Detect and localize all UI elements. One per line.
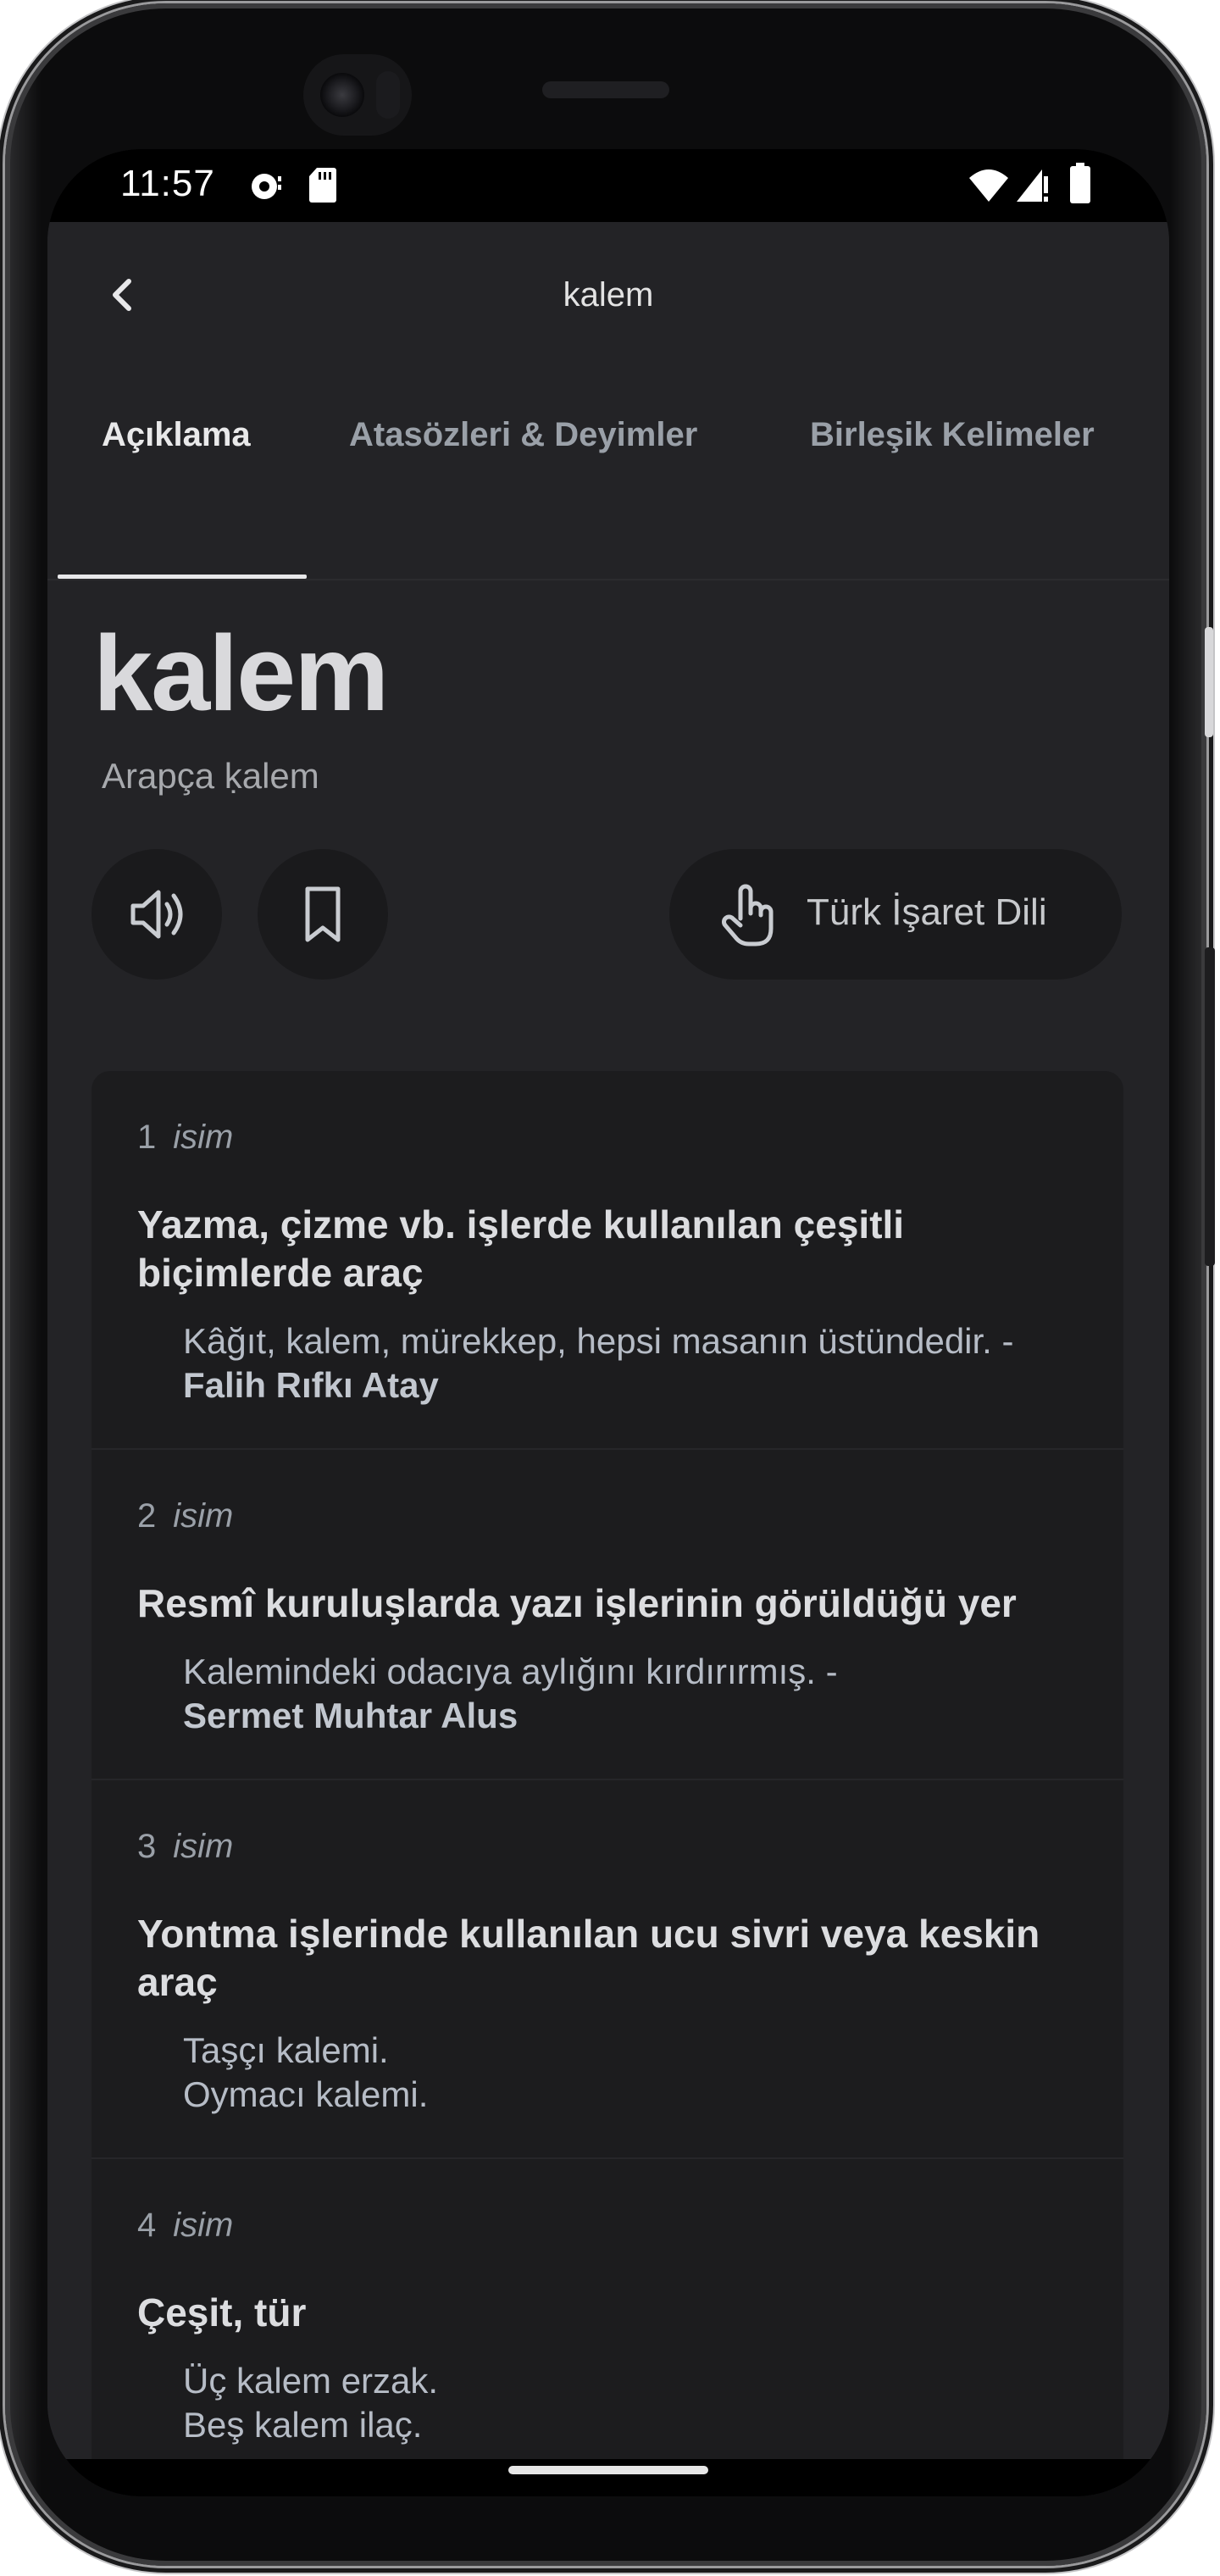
headword: kalem (93, 613, 389, 733)
part-of-speech: isim (173, 1828, 234, 1865)
meaning-definition: Yontma işlerinde kullanılan ucu sivri ve… (137, 1912, 1040, 2004)
camera-sensor (376, 71, 400, 119)
meaning-definition: Çeşit, tür (137, 2290, 307, 2334)
home-indicator[interactable] (508, 2466, 708, 2474)
bookmark-button[interactable] (258, 849, 388, 980)
meaning-definition: Resmî kuruluşlarda yazı işlerinin görüld… (137, 1581, 1017, 1625)
camera-lens (320, 73, 364, 117)
earpiece-speaker (542, 81, 669, 98)
tab-aciklama[interactable]: Açıklama (102, 371, 251, 498)
podcast-icon (252, 174, 281, 199)
meaning-example: Kâğıt, kalem, mürekkep, hepsi masanın üs… (183, 1321, 1014, 1405)
volume-button (1205, 627, 1213, 737)
system-nav-bar (47, 2459, 1169, 2496)
power-button (1205, 947, 1215, 1266)
tab-bar: Açıklama Atasözleri & Deyimler Birleşik … (47, 371, 1169, 498)
example-author[interactable]: Sermet Muhtar Alus (183, 1696, 518, 1735)
tab-birlesik-kelimeler[interactable]: Birleşik Kelimeler (810, 371, 1095, 498)
meaning-item: 4 isim Çeşit, tür Üç kalem erzak. Beş kale… (92, 2159, 1123, 2490)
part-of-speech: isim (173, 2207, 234, 2244)
front-camera (303, 54, 412, 136)
part-of-speech: isim (173, 1119, 234, 1156)
tab-atasozleri-deyimler[interactable]: Atasözleri & Deyimler (349, 371, 697, 498)
word-origin: Arapça ḳalem (102, 756, 319, 796)
meaning-example: Taşçı kalemi. Oymacı kalemi. (183, 2030, 429, 2114)
tab-divider (47, 579, 1169, 580)
app-bar-title: kalem (563, 276, 654, 314)
sign-language-label: Türk İşaret Dili (807, 891, 1047, 933)
example-author[interactable]: Falih Rıfkı Atay (183, 1365, 439, 1405)
meaning-item: 3 isim Yontma işlerinde kullanılan ucu si… (92, 1780, 1123, 2159)
speaker-icon (130, 890, 183, 939)
meaning-example: Kalemindeki odacıya aylığını kırdırırmış… (183, 1652, 838, 1735)
hand-pointer-icon (722, 884, 774, 947)
part-of-speech: isim (173, 1497, 234, 1535)
pronounce-button[interactable] (92, 849, 222, 980)
meaning-number: 1 (137, 1119, 157, 1156)
sign-language-button[interactable]: Türk İşaret Dili (669, 849, 1122, 980)
bookmark-icon (305, 886, 341, 942)
status-time: 11:57 (120, 163, 215, 204)
meaning-number: 2 (137, 1497, 157, 1535)
meaning-example: Üç kalem erzak. Beş kalem ilaç. (183, 2361, 439, 2445)
meaning-definition: Yazma, çizme vb. işlerde kullanılan çeşi… (137, 1202, 905, 1295)
screen: 11:57 kalem Açıklama Atasözleri & Deyiml… (47, 149, 1169, 2496)
cell-signal-icon (1017, 169, 1048, 202)
wifi-icon (969, 169, 1008, 202)
sd-card-icon (309, 168, 336, 203)
app-content: kalem Açıklama Atasözleri & Deyimler Bir… (47, 222, 1169, 2490)
meaning-item: 1 isim Yazma, çizme vb. işlerde kullanıla… (92, 1071, 1123, 1450)
meaning-number: 3 (137, 1828, 157, 1865)
meaning-number: 4 (137, 2207, 157, 2244)
meanings-list: 1 isim Yazma, çizme vb. işlerde kullanıla… (92, 1071, 1123, 2490)
status-bar: 11:57 (47, 149, 1169, 222)
battery-icon (1070, 163, 1090, 203)
meaning-item: 2 isim Resmî kuruluşlarda yazı işlerinin … (92, 1450, 1123, 1780)
